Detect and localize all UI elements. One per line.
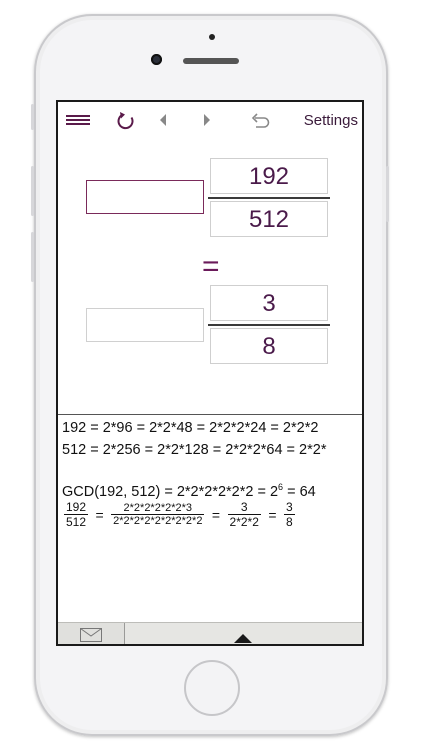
step-fraction-final: 3 8	[284, 500, 295, 529]
toolbar: Settings	[58, 102, 362, 140]
silent-switch	[31, 104, 34, 130]
factorization-line-512: 512 = 2*256 = 2*2*128 = 2*2*2*64 = 2*2*	[62, 442, 327, 458]
volume-up-button	[31, 166, 34, 216]
step-denominator: 8	[286, 515, 293, 529]
result-denominator: 8	[210, 328, 328, 364]
step-denominator: 2*2*2	[229, 515, 259, 529]
step-fraction-factored: 2*2*2*2*2*2*3 2*2*2*2*2*2*2*2*2	[111, 502, 205, 527]
refresh-icon[interactable]	[116, 111, 136, 131]
step-denominator: 2*2*2*2*2*2*2*2*2	[113, 515, 203, 527]
factorization-line-192: 192 = 2*96 = 2*2*48 = 2*2*2*24 = 2*2*2	[62, 420, 319, 436]
section-divider	[58, 414, 362, 415]
step-fraction-reduced: 3 2*2*2	[227, 500, 261, 529]
step-equals: =	[211, 506, 221, 523]
volume-down-button	[31, 232, 34, 282]
mail-button[interactable]	[58, 623, 125, 644]
step-numerator: 3	[284, 500, 295, 515]
earpiece-speaker	[183, 58, 239, 64]
result-whole-number	[86, 308, 204, 342]
front-camera	[151, 54, 162, 65]
gcd-text: GCD(192, 512) = 2*2*2*2*2*2 = 2	[62, 483, 279, 500]
numerator-input[interactable]: 192	[210, 158, 328, 194]
result-numerator: 3	[210, 285, 328, 321]
simplification-steps: 192 512 = 2*2*2*2*2*2*3 2*2*2*2*2*2*2*2*…	[62, 500, 297, 529]
envelope-icon	[80, 628, 102, 644]
gcd-value: = 64	[283, 483, 316, 500]
step-fraction-original: 192 512	[64, 500, 89, 529]
home-button[interactable]	[184, 660, 240, 716]
power-button	[386, 166, 389, 222]
equals-sign: =	[202, 250, 220, 283]
front-sensor	[209, 34, 215, 40]
bottom-bar	[58, 622, 362, 644]
step-numerator: 2*2*2*2*2*2*3	[111, 502, 205, 515]
step-numerator: 3	[227, 500, 261, 515]
whole-number-input[interactable]	[86, 180, 204, 214]
step-numerator: 192	[64, 500, 89, 515]
denominator-input[interactable]: 512	[210, 201, 328, 237]
settings-button[interactable]: Settings	[304, 112, 358, 129]
triangle-left-icon[interactable]	[158, 113, 168, 129]
triangle-up-icon[interactable]	[234, 630, 252, 644]
step-equals: =	[268, 506, 277, 523]
hamburger-menu-icon[interactable]	[66, 114, 90, 128]
app-screen: Settings 192 512 = 3 8 192 = 2*96 = 2*2*…	[56, 100, 364, 646]
triangle-right-icon[interactable]	[202, 113, 212, 129]
step-equals: =	[95, 506, 104, 523]
fraction-bar-bottom	[208, 324, 330, 326]
fraction-bar-top	[208, 197, 330, 199]
gcd-line: GCD(192, 512) = 2*2*2*2*2*2 = 26 = 64	[62, 482, 316, 500]
step-denominator: 512	[66, 515, 87, 529]
undo-icon[interactable]	[250, 112, 270, 130]
